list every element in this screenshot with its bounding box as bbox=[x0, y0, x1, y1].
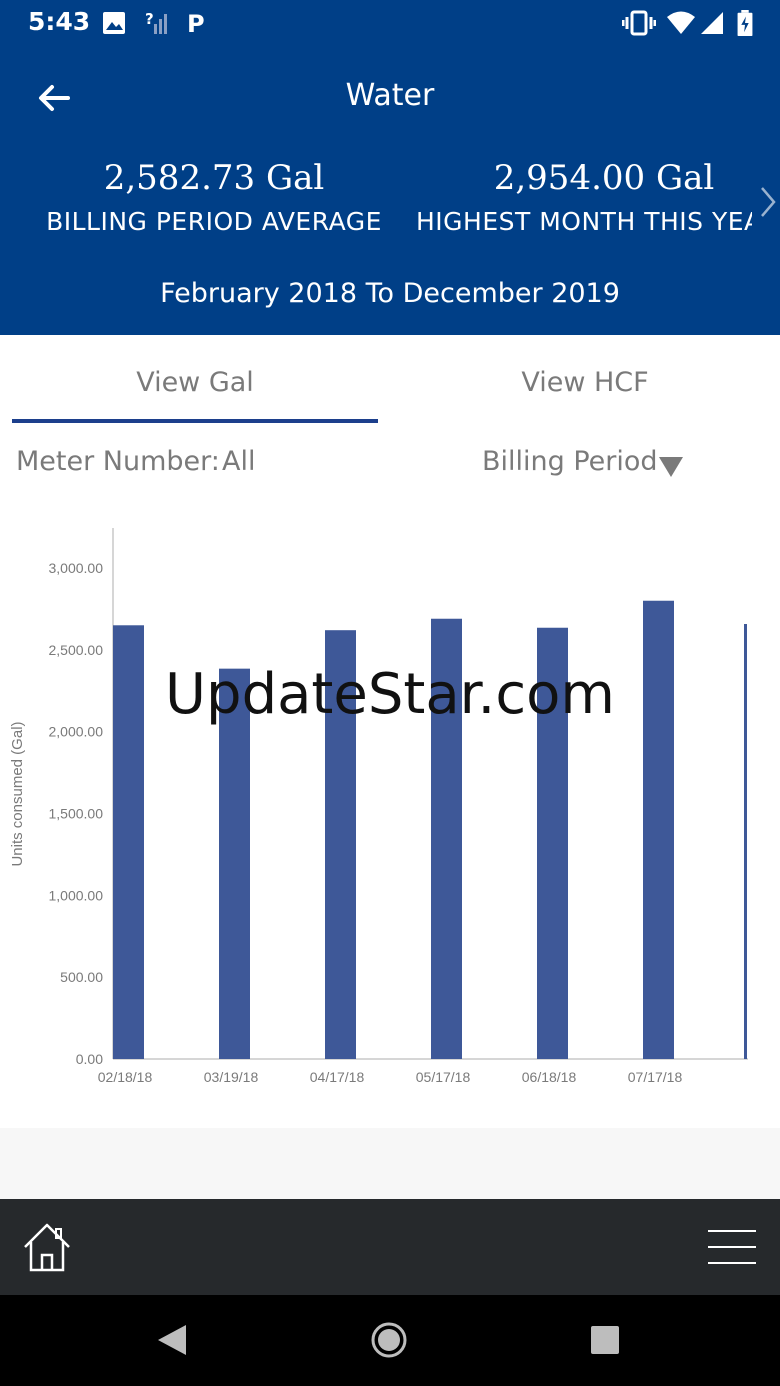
back-triangle-icon[interactable] bbox=[154, 1322, 190, 1358]
x-tick-label: 02/18/18 bbox=[98, 1069, 153, 1085]
wifi-icon bbox=[667, 11, 695, 34]
menu-icon[interactable] bbox=[706, 1228, 758, 1266]
y-tick-label: 1,000.00 bbox=[49, 887, 104, 903]
tab-active-indicator bbox=[12, 419, 378, 423]
billing-average-label: BILLING PERIOD AVERAGE bbox=[46, 207, 382, 236]
tab-view-gal[interactable]: View Gal bbox=[12, 352, 378, 422]
x-tick-label: 04/17/18 bbox=[310, 1069, 365, 1085]
x-tick-label: 03/19/18 bbox=[204, 1069, 259, 1085]
usage-bar-chart: Units consumed (Gal) 0.00 500.00 1,000.00 1… bbox=[9, 528, 748, 1085]
y-axis-ticks: 0.00500.001,000.001,500.002,000.002,500.… bbox=[49, 560, 104, 1067]
vibrate-icon bbox=[622, 10, 656, 36]
image-icon bbox=[103, 12, 125, 34]
dropdown-triangle-icon bbox=[659, 457, 683, 477]
watermark-text: UpdateStar.com bbox=[165, 662, 615, 727]
y-tick-label: 500.00 bbox=[60, 969, 103, 985]
svg-text:P: P bbox=[187, 10, 205, 36]
status-time: 5:43 bbox=[28, 7, 91, 36]
y-axis-title: Units consumed (Gal) bbox=[9, 721, 26, 866]
x-axis-ticks: 02/18/18 03/19/18 04/17/18 05/17/18 06/18/18… bbox=[98, 1069, 683, 1085]
home-circle-icon[interactable] bbox=[370, 1321, 408, 1359]
date-range: February 2018 To December 2019 bbox=[160, 278, 620, 309]
x-tick-label: 06/18/18 bbox=[522, 1069, 577, 1085]
status-bar: 5:43 ? P bbox=[0, 0, 780, 48]
billing-average-value: 2,582.73 Gal bbox=[103, 158, 325, 198]
recents-square-icon[interactable] bbox=[590, 1325, 620, 1355]
x-tick-label: 07/17/18 bbox=[628, 1069, 683, 1085]
chevron-right-icon[interactable] bbox=[752, 182, 780, 222]
battery-charging-icon bbox=[737, 10, 753, 36]
content-footer-strip bbox=[0, 1128, 780, 1200]
billing-period-dropdown[interactable]: Billing Period bbox=[482, 446, 683, 486]
home-icon[interactable] bbox=[22, 1222, 72, 1274]
y-tick-label: 2,500.00 bbox=[49, 642, 104, 658]
bottom-nav-bar bbox=[0, 1199, 780, 1295]
bar-03-19-18[interactable] bbox=[219, 668, 250, 1059]
meter-number-value[interactable]: All bbox=[222, 446, 255, 477]
y-tick-label: 0.00 bbox=[76, 1051, 103, 1067]
cell-signal-icon bbox=[701, 12, 723, 34]
y-tick-label: 3,000.00 bbox=[49, 560, 104, 576]
y-tick-label: 1,500.00 bbox=[49, 806, 104, 822]
svg-text:?: ? bbox=[145, 10, 154, 28]
x-tick-label: 05/17/18 bbox=[416, 1069, 471, 1085]
billing-period-label: Billing Period bbox=[482, 446, 658, 477]
highest-month-label: HIGHEST MONTH THIS YEA bbox=[416, 207, 752, 236]
meter-number-label: Meter Number: bbox=[16, 446, 220, 477]
no-signal-icon: ? bbox=[145, 10, 167, 34]
tab-view-hcf[interactable]: View HCF bbox=[400, 352, 770, 422]
parking-icon: P bbox=[187, 10, 205, 36]
highest-month-value: 2,954.00 Gal bbox=[493, 158, 715, 198]
page-title: Water bbox=[345, 78, 435, 113]
